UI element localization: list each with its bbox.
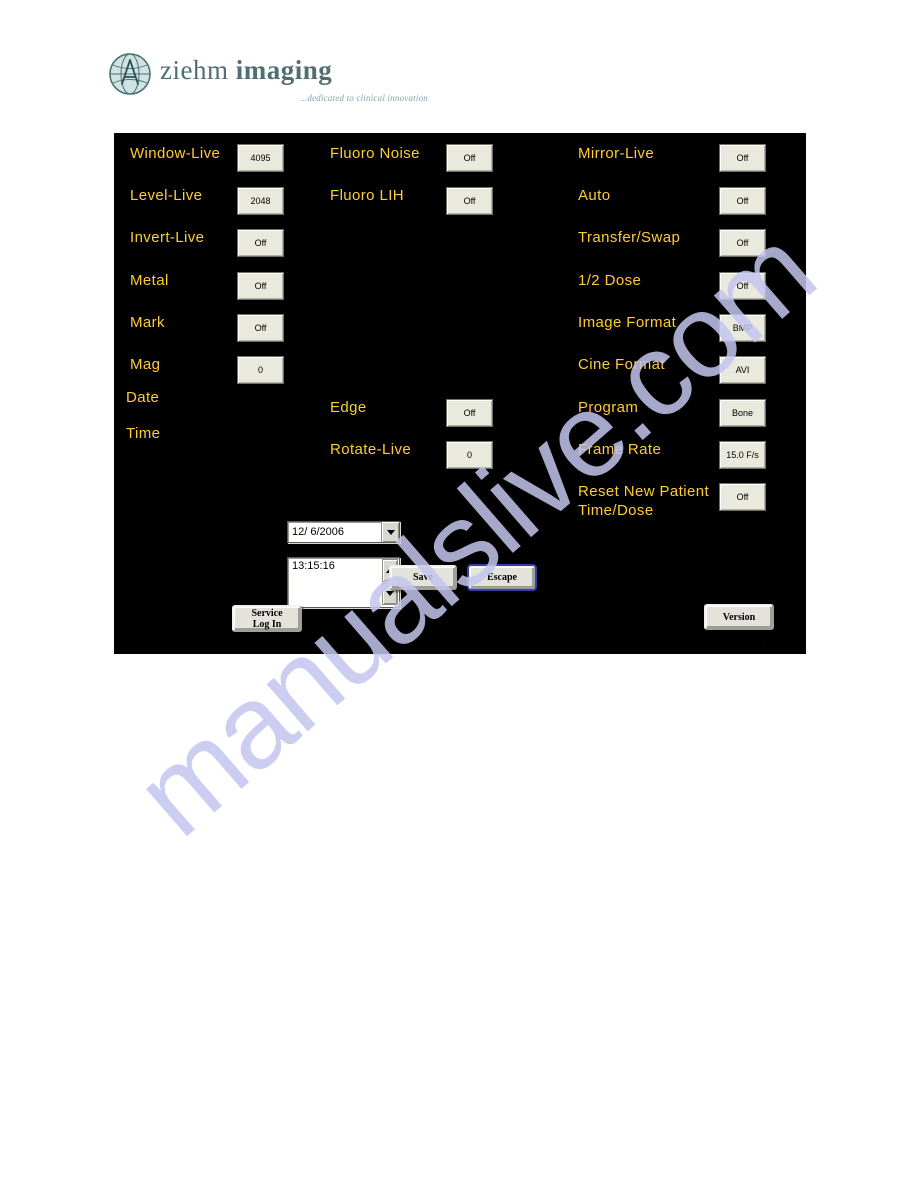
value-level-live[interactable]: 2048 xyxy=(237,187,284,215)
label-metal: Metal xyxy=(130,272,169,289)
label-window-live: Window-Live xyxy=(130,145,221,162)
chevron-down-glyph xyxy=(386,529,395,535)
chevron-down-icon[interactable] xyxy=(381,522,399,542)
label-mark: Mark xyxy=(130,314,165,331)
value-rotate-live[interactable]: 0 xyxy=(446,441,493,469)
value-mag[interactable]: 0 xyxy=(237,356,284,384)
logo-tagline: ...dedicated to clinical innovation xyxy=(300,93,428,103)
time-value: 13:15:16 xyxy=(292,560,335,572)
label-program: Program xyxy=(578,399,639,416)
ziehm-globe-icon xyxy=(109,53,151,95)
label-level-live: Level-Live xyxy=(130,187,203,204)
label-image-format: Image Format xyxy=(578,314,677,331)
service-login-line1: Service xyxy=(251,607,283,619)
triangle-down-glyph xyxy=(386,591,394,597)
value-image-format[interactable]: BMP xyxy=(719,314,766,342)
label-date: Date xyxy=(126,389,160,406)
service-login-line2: Log In xyxy=(252,618,282,630)
label-rotate-live: Rotate-Live xyxy=(330,441,412,458)
service-login-button[interactable]: Service Log In xyxy=(232,605,302,632)
value-program[interactable]: Bone xyxy=(719,399,766,427)
label-transfer-swap: Transfer/Swap xyxy=(578,229,681,246)
value-reset-new-patient[interactable]: Off xyxy=(719,483,766,511)
time-spinbox[interactable]: 13:15:16 xyxy=(287,557,400,608)
value-metal[interactable]: Off xyxy=(237,272,284,300)
logo-word-imaging: imaging xyxy=(235,55,333,85)
version-button[interactable]: Version xyxy=(704,604,774,630)
value-cine-format[interactable]: AVI xyxy=(719,356,766,384)
label-auto: Auto xyxy=(578,187,611,204)
value-transfer-swap[interactable]: Off xyxy=(719,229,766,257)
value-mark[interactable]: Off xyxy=(237,314,284,342)
value-half-dose[interactable]: Off xyxy=(719,272,766,300)
value-edge[interactable]: Off xyxy=(446,399,493,427)
version-subtext: - - - - xyxy=(710,637,772,647)
label-time: Time xyxy=(126,425,161,442)
logo-wordmark: ziehm imaging xyxy=(160,55,332,86)
label-mag: Mag xyxy=(130,356,161,373)
date-value: 12/ 6/2006 xyxy=(292,526,344,538)
label-edge: Edge xyxy=(330,399,367,416)
label-reset-new-patient-line1: Reset New Patient xyxy=(578,483,710,500)
label-fluoro-lih: Fluoro LIH xyxy=(330,187,405,204)
value-window-live[interactable]: 4095 xyxy=(237,144,284,172)
settings-panel: Window-Live 4095 Level-Live 2048 Invert-… xyxy=(114,133,806,654)
value-auto[interactable]: Off xyxy=(719,187,766,215)
ziehm-imaging-logo: ziehm imaging ...dedicated to clinical i… xyxy=(108,52,438,110)
value-frame-rate[interactable]: 15.0 F/s xyxy=(719,441,766,469)
date-combobox[interactable]: 12/ 6/2006 xyxy=(287,521,400,543)
label-fluoro-noise: Fluoro Noise xyxy=(330,145,420,162)
label-reset-new-patient-line2: Time/Dose xyxy=(578,502,654,519)
label-mirror-live: Mirror-Live xyxy=(578,145,655,162)
value-invert-live[interactable]: Off xyxy=(237,229,284,257)
value-fluoro-noise[interactable]: Off xyxy=(446,144,493,172)
logo-word-ziehm: ziehm xyxy=(160,55,236,85)
save-button[interactable]: Save xyxy=(389,565,457,590)
label-invert-live: Invert-Live xyxy=(130,229,205,246)
escape-button[interactable]: Escape xyxy=(467,564,537,591)
value-fluoro-lih[interactable]: Off xyxy=(446,187,493,215)
label-frame-rate: Frame Rate xyxy=(578,441,662,458)
label-cine-format: Cine Format xyxy=(578,356,665,373)
value-mirror-live[interactable]: Off xyxy=(719,144,766,172)
label-half-dose: 1/2 Dose xyxy=(578,272,642,289)
